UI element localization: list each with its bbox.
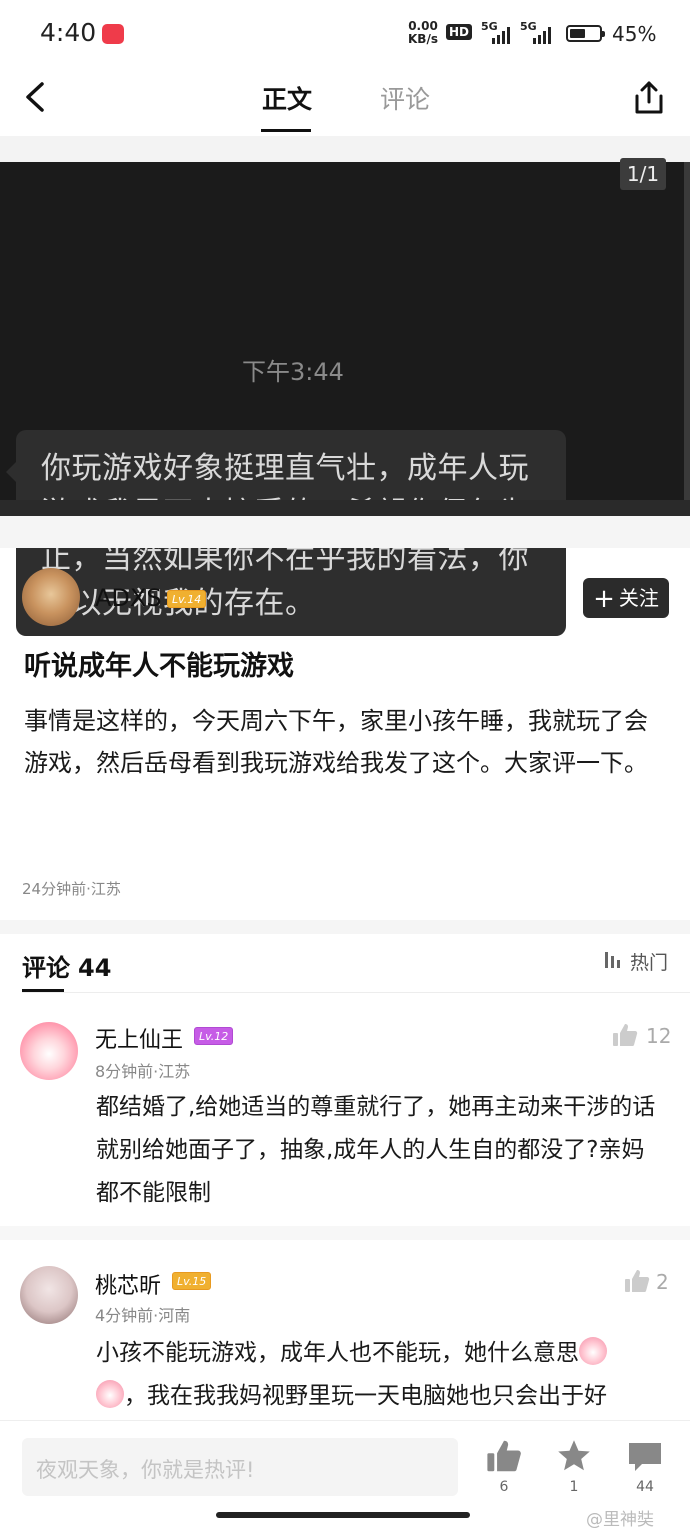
comment-like-count: 2 <box>656 1270 669 1294</box>
battery-percent: 45% <box>612 22 657 46</box>
section-spacer-2 <box>0 920 690 934</box>
comment-meta: 8分钟前·江苏 <box>95 1062 191 1081</box>
like-icon[interactable] <box>486 1438 522 1474</box>
author-avatar[interactable] <box>22 568 80 626</box>
follow-button[interactable]: + 关注 <box>583 578 669 618</box>
plus-icon: + <box>593 584 615 614</box>
watermark: @里神奘 <box>586 1510 654 1530</box>
comment-level-badge: Lv.15 <box>172 1272 212 1290</box>
section-spacer <box>0 516 690 548</box>
thumbs-up-icon[interactable] <box>624 1268 650 1294</box>
sort-hot-button[interactable]: 热门 <box>630 948 668 975</box>
comment-count: 44 <box>636 1479 654 1495</box>
sort-icon[interactable] <box>603 950 625 970</box>
battery-icon <box>566 25 605 42</box>
signal-bars-2-icon <box>533 26 551 44</box>
comment-input-placeholder: 夜观天象，你就是热评! <box>36 1458 255 1482</box>
comment-meta: 4分钟前·河南 <box>95 1306 191 1325</box>
status-time: 4:40 <box>40 18 97 47</box>
app-notification-icon <box>102 24 124 44</box>
author-name[interactable]: ADXS <box>95 584 162 612</box>
hd-voice-badge: HD <box>446 24 473 40</box>
comment-username[interactable]: 无上仙王 <box>95 1022 183 1054</box>
image-scrollbar <box>684 162 690 500</box>
comments-count: 44 <box>78 954 112 982</box>
comment-avatar[interactable] <box>20 1022 78 1080</box>
comment-separator <box>0 1226 690 1240</box>
signal-bars-1-icon <box>492 26 510 44</box>
post-body: 事情是这样的，今天周六下午，家里小孩午睡，我就玩了会游戏，然后岳母看到我玩游戏给… <box>24 707 648 777</box>
chat-timestamp: 下午3:44 <box>242 358 344 386</box>
pink-sticker-emoji-icon <box>579 1337 607 1365</box>
comment-username[interactable]: 桃芯昕 <box>95 1268 161 1300</box>
share-icon[interactable] <box>632 80 666 116</box>
comment-bubble-icon[interactable] <box>626 1440 664 1474</box>
favorite-star-icon[interactable] <box>556 1438 592 1474</box>
comments-divider <box>22 992 690 993</box>
comment-avatar[interactable] <box>20 1266 78 1324</box>
comment-text: 小孩不能玩游戏，成年人也不能玩，她什么意思 ，我在我我妈视野里玩一天电脑她也只会… <box>96 1332 656 1420</box>
image-bottom-edge <box>0 500 690 516</box>
image-counter: 1/1 <box>620 158 666 190</box>
post-title: 听说成年人不能玩游戏 <box>24 651 294 682</box>
comment-level-badge: Lv.12 <box>194 1027 234 1045</box>
comment-text: 都结婚了,给她适当的尊重就行了，她再主动来干涉的话就别给她面子了，抽象,成年人的… <box>96 1094 656 1206</box>
post-meta: 24分钟前·江苏 <box>22 880 121 898</box>
like-count: 6 <box>499 1479 509 1495</box>
favorite-count: 1 <box>569 1479 579 1495</box>
comment-like-count: 12 <box>646 1024 672 1048</box>
image-top-spacer <box>0 136 690 162</box>
tab-main-text[interactable]: 正文 <box>262 80 312 116</box>
post-image[interactable]: 下午3:44 你玩游戏好象挺理直气壮，成年人玩游戏我是不太接受的，希望你偶尔为止… <box>0 162 684 636</box>
comments-heading: 评论 44 <box>22 954 112 982</box>
network-speed: 0.00 KB/s <box>408 19 438 46</box>
pink-sticker-emoji-icon <box>96 1380 124 1408</box>
status-bar: 4:40 0.00 KB/s HD 5G 5G 45% <box>0 0 690 66</box>
tab-active-indicator <box>261 129 311 132</box>
back-arrow-icon[interactable] <box>22 80 52 114</box>
top-nav: 正文 评论 <box>0 66 690 136</box>
author-level-badge: Lv.14 <box>167 590 207 608</box>
thumbs-up-icon[interactable] <box>612 1022 638 1048</box>
home-indicator[interactable] <box>216 1512 470 1518</box>
tab-comments[interactable]: 评论 <box>380 80 430 116</box>
